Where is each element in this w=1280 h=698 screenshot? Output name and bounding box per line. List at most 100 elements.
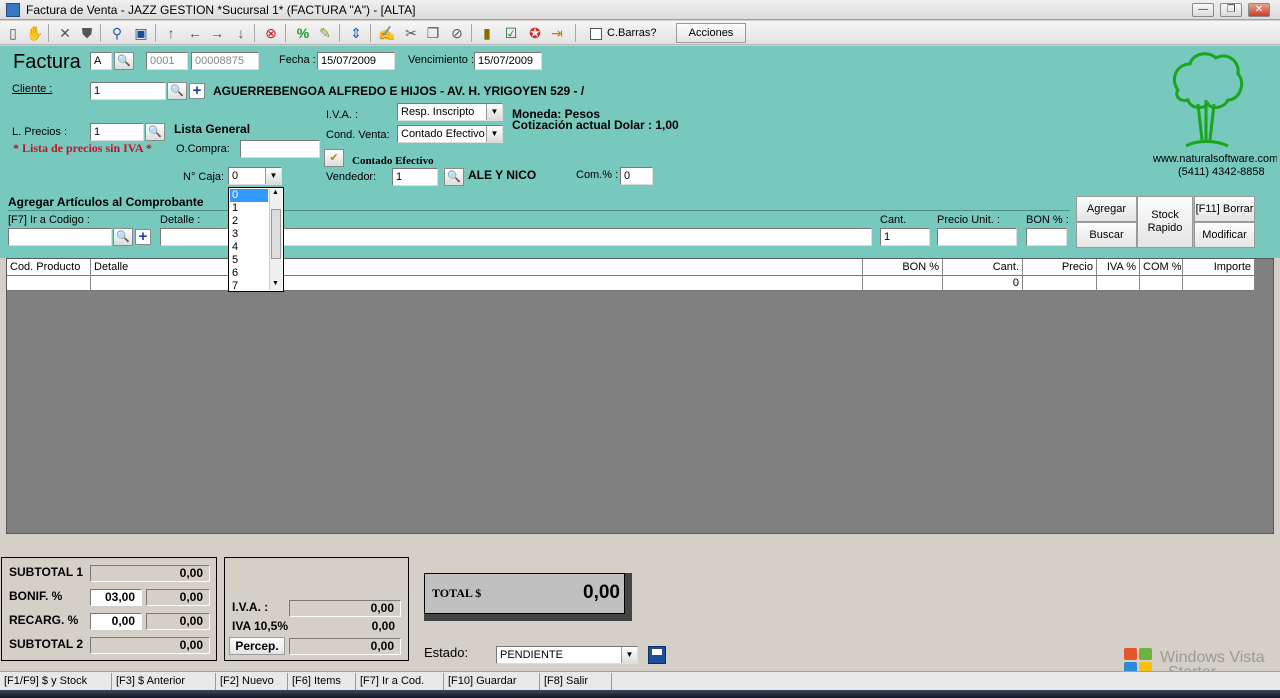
unit-price-field[interactable] [937,228,1017,246]
grid-header-cell[interactable]: Cod. Producto [7,259,91,276]
quick-stock-button[interactable]: Stock Rapido [1137,196,1193,248]
delete-item-button[interactable]: [F11] Borrar [1194,196,1255,222]
close-button[interactable]: ✕ [1248,3,1270,17]
due-date-field[interactable]: 15/07/2009 [474,52,542,70]
arrow-down-icon[interactable]: ↓ [232,24,250,42]
new-doc-icon[interactable]: ▯ [4,24,22,42]
cancel-icon[interactable]: ⊗ [262,24,280,42]
arrow-right-icon[interactable]: → [208,24,226,42]
shortcut-price-stock[interactable]: [F1/F9] $ y Stock [0,673,112,690]
hand-icon[interactable]: ✋ [26,24,44,42]
modify-button[interactable]: Modificar [1194,222,1255,248]
table-cell[interactable] [7,276,91,291]
shield-icon[interactable]: ⛊ [78,24,96,42]
table-cell[interactable] [1023,276,1097,291]
search-icon[interactable]: ⚲ [108,24,126,42]
price-list-code-field[interactable]: 1 [90,123,144,141]
add-article-button[interactable]: + [135,229,151,245]
table-cell[interactable] [863,276,943,291]
table-cell[interactable] [1183,276,1255,291]
shortcut-go-to-code[interactable]: [F7] Ir a Cod. [356,673,444,690]
perception-button[interactable]: Percep. [229,637,285,655]
disabled-icon[interactable]: ⊘ [448,24,466,42]
bonif-percent-field[interactable]: 03,00 [90,589,142,606]
purchase-order-field[interactable] [240,140,320,158]
exit-door-icon[interactable]: ⇥ [548,24,566,42]
calendar-check-icon[interactable]: ✔ [324,149,344,167]
cashbox-select[interactable]: 0 ▼ [228,167,282,185]
chevron-down-icon[interactable]: ▼ [486,104,502,120]
invoice-number-field[interactable]: 00008875 [191,52,259,70]
client-code-field[interactable]: 1 [90,82,166,100]
items-grid[interactable]: Cod. Producto Detalle BON % Cant. Precio… [6,258,1274,534]
percent-icon[interactable]: % [294,24,312,42]
table-cell[interactable] [1140,276,1183,291]
title-bar[interactable]: Factura de Venta - JAZZ GESTION *Sucursa… [0,0,1280,20]
quantity-field[interactable]: 1 [880,228,930,246]
article-lookup-button[interactable]: 🔍 [113,228,133,246]
dropdown-option[interactable]: 4 [230,241,268,254]
expand-icon[interactable]: ⇕ [347,24,365,42]
seller-code-field[interactable]: 1 [392,168,438,186]
arrow-up-icon[interactable]: ↑ [162,24,180,42]
date-field[interactable]: 15/07/2009 [317,52,395,70]
add-client-button[interactable]: + [189,83,205,99]
scroll-down-icon[interactable]: ▼ [272,280,279,287]
add-button[interactable]: Agregar [1076,196,1137,222]
chevron-down-icon[interactable]: ▼ [265,168,281,184]
book-icon[interactable]: ▮ [478,24,496,42]
dropdown-option[interactable]: 2 [230,215,268,228]
table-row[interactable]: 0 [7,276,1255,291]
save-icon[interactable]: ▣ [132,24,150,42]
recarg-percent-field[interactable]: 0,00 [90,613,142,630]
cashbox-dropdown-list[interactable]: 0 1 2 3 4 5 6 7 ▲ ▼ [228,187,284,292]
sale-condition-select[interactable]: Contado Efectivo ▼ [397,125,503,143]
commission-field[interactable]: 0 [620,167,653,185]
dropdown-option[interactable]: 7 [230,280,268,293]
shortcut-new[interactable]: [F2] Nuevo [216,673,288,690]
scissors-icon[interactable]: ✂ [402,24,420,42]
save-status-icon[interactable] [648,646,666,664]
article-code-field[interactable] [8,228,112,246]
minimize-button[interactable]: — [1192,3,1214,17]
table-cell[interactable]: 0 [943,276,1023,291]
chevron-down-icon[interactable]: ▼ [621,647,637,663]
scroll-up-icon[interactable]: ▲ [272,189,279,196]
client-lookup-button[interactable]: 🔍 [167,82,187,100]
shortcut-items[interactable]: [F6] Items [288,673,356,690]
letter-lookup-button[interactable]: 🔍 [114,52,134,70]
lifebuoy-icon[interactable]: ✪ [526,24,544,42]
handshake-icon[interactable]: ✍ [378,24,396,42]
grid-header-cell[interactable]: Importe [1183,259,1255,276]
branch-number-field[interactable]: 0001 [146,52,188,70]
checkbox-icon[interactable]: ☑ [502,24,520,42]
table-cell[interactable] [91,276,863,291]
price-list-lookup-button[interactable]: 🔍 [145,123,165,141]
arrow-left-icon[interactable]: ← [186,24,204,42]
os-taskbar[interactable] [0,690,1280,698]
shortcut-exit[interactable]: [F8] Salir [540,673,612,690]
actions-button[interactable]: Acciones [676,23,746,43]
grid-header-cell[interactable]: Detalle [91,259,863,276]
discount-icon[interactable]: ✎ [316,24,334,42]
search-button[interactable]: Buscar [1076,222,1137,248]
maximize-button[interactable]: ❐ [1220,3,1242,17]
shortcut-previous-price[interactable]: [F3] $ Anterior [112,673,216,690]
scroll-thumb[interactable] [271,209,281,259]
grid-header-cell[interactable]: Precio [1023,259,1097,276]
bon-field[interactable] [1026,228,1067,246]
delete-icon[interactable]: ✕ [56,24,74,42]
dropdown-scrollbar[interactable]: ▲ ▼ [269,189,282,290]
dropdown-option[interactable]: 0 [230,189,268,202]
shortcut-save[interactable]: [F10] Guardar [444,673,540,690]
grid-header-cell[interactable]: BON % [863,259,943,276]
dropdown-option[interactable]: 3 [230,228,268,241]
grid-header-cell[interactable]: Cant. [943,259,1023,276]
invoice-letter-field[interactable]: A [90,52,112,70]
chevron-down-icon[interactable]: ▼ [486,126,502,142]
dropdown-option[interactable]: 6 [230,267,268,280]
copy-icon[interactable]: ❐ [424,24,442,42]
dropdown-option[interactable]: 1 [230,202,268,215]
status-select[interactable]: PENDIENTE ▼ [496,646,638,664]
seller-lookup-button[interactable]: 🔍 [444,168,464,186]
